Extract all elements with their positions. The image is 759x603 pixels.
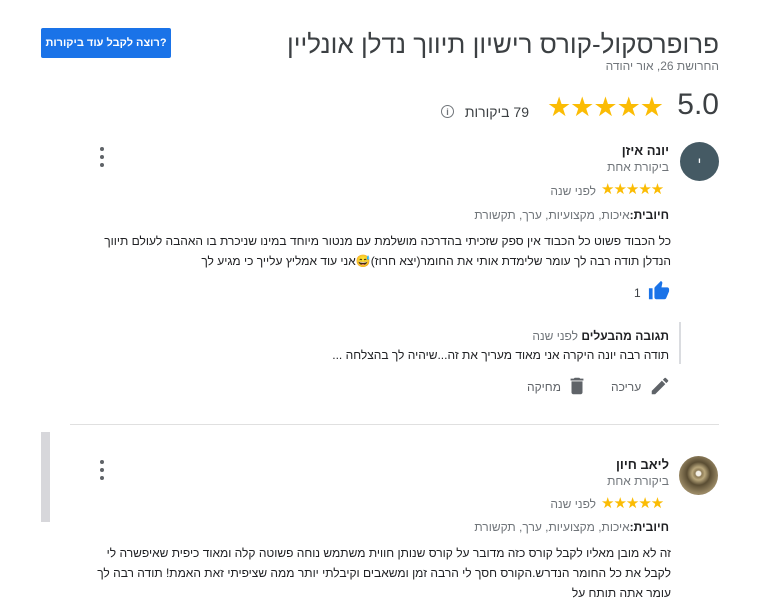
review-text: כל הכבוד פשוט כל הכבוד אין ספק שזכיתי בה… bbox=[104, 234, 671, 268]
rating-score: 5.0 bbox=[677, 88, 719, 121]
reply-indicator bbox=[679, 322, 681, 364]
review-time: לפני שנה bbox=[550, 497, 596, 511]
owner-reply-header: תגובה מהבעלים לפני שנה bbox=[532, 329, 669, 343]
rating-stars: ★★★★★ bbox=[546, 92, 664, 122]
business-address: החרושת 26, אור יהודה bbox=[605, 59, 719, 73]
review-text: זה לא מובן מאליו לקבל קורס כזה מדובר על … bbox=[97, 546, 671, 600]
owner-reply-text: תודה רבה יונה היקרה אני מאוד מעריך את זה… bbox=[332, 348, 669, 362]
positives-list: איכות, מקצועיות, ערך, תקשורת bbox=[474, 520, 630, 534]
edit-reply-button[interactable]: עריכה bbox=[611, 380, 641, 394]
owner-reply-author: תגובה מהבעלים bbox=[581, 329, 669, 343]
delete-reply-button[interactable]: מחיקה bbox=[527, 380, 561, 394]
more-vert-icon[interactable] bbox=[95, 460, 109, 480]
reviews-count[interactable]: 79 ביקורות bbox=[465, 104, 529, 120]
avatar[interactable] bbox=[679, 456, 718, 495]
owner-reply-time: לפני שנה bbox=[532, 329, 578, 343]
pencil-icon[interactable] bbox=[649, 375, 671, 397]
review-positives: חיובית:איכות, מקצועיות, ערך, תקשורת bbox=[474, 520, 669, 534]
reviewer-stats: ביקורת אחת bbox=[607, 160, 669, 174]
like-count: 1 bbox=[634, 286, 641, 300]
review-time: לפני שנה bbox=[550, 184, 596, 198]
positives-list: איכות, מקצועיות, ערך, תקשורת bbox=[474, 208, 630, 222]
business-name: פרופרסקול-קורס רישיון תיווך נדלן אונליין bbox=[287, 29, 719, 59]
positives-label: חיובית: bbox=[629, 208, 669, 222]
review-positives: חיובית:איכות, מקצועיות, ערך, תקשורת bbox=[474, 208, 669, 222]
reviewer-stats: ביקורת אחת bbox=[607, 474, 669, 488]
more-vert-icon[interactable] bbox=[95, 147, 109, 167]
review-stars: ★★★★★ bbox=[601, 495, 664, 512]
selection-indicator bbox=[41, 432, 50, 522]
info-icon[interactable]: i bbox=[441, 105, 454, 118]
more-reviews-button[interactable]: רוצה לקבל עוד ביקורות? bbox=[41, 28, 171, 58]
reviewer-name[interactable]: יונה איזן bbox=[622, 143, 669, 158]
trash-icon[interactable] bbox=[566, 375, 588, 397]
thumbs-up-icon[interactable] bbox=[648, 280, 670, 302]
review-divider bbox=[70, 424, 719, 425]
avatar[interactable]: י bbox=[680, 142, 719, 181]
positives-label: חיובית: bbox=[629, 520, 669, 534]
review-stars: ★★★★★ bbox=[601, 181, 664, 198]
reviewer-name[interactable]: ליאב חיון bbox=[616, 457, 669, 472]
